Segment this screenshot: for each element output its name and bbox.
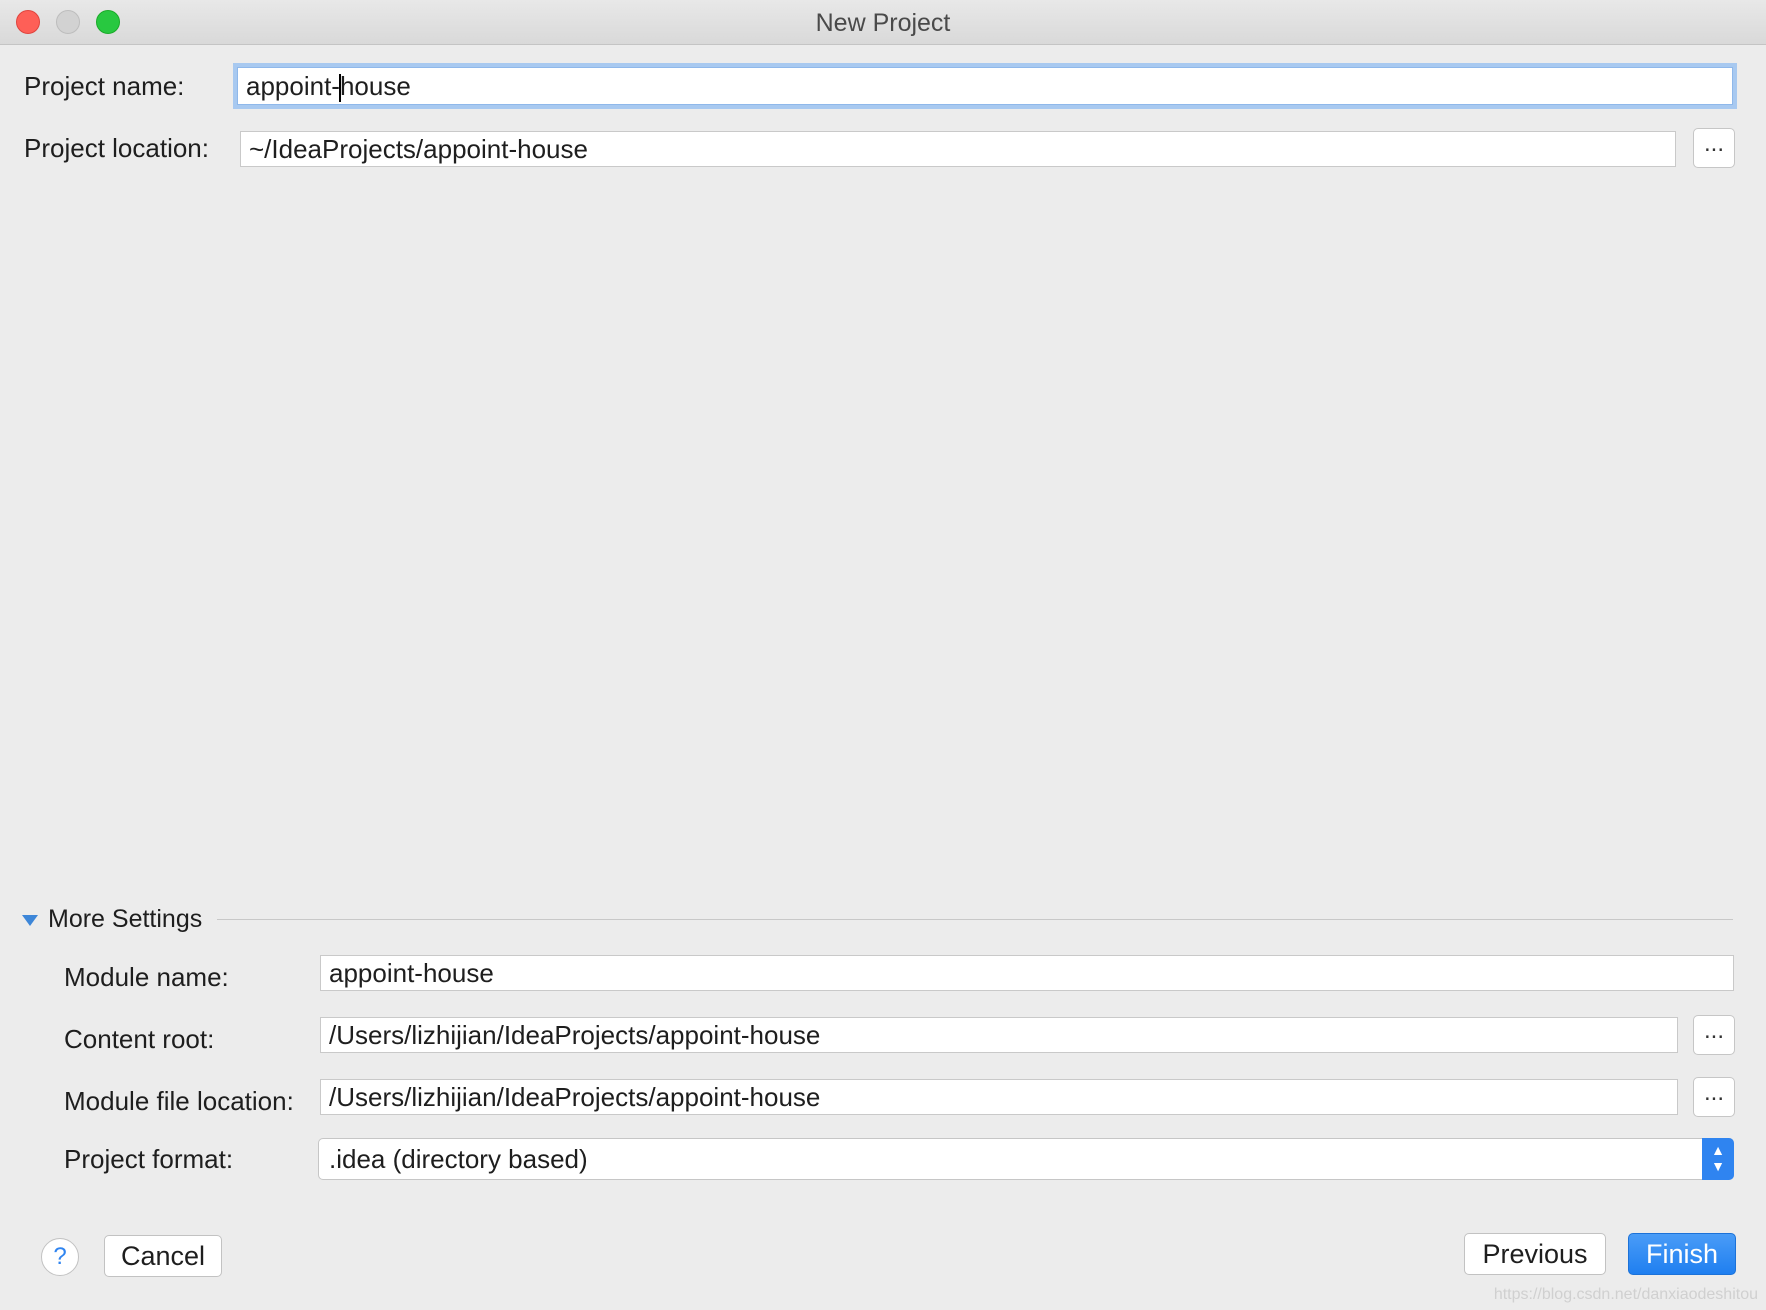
content-root-input[interactable]: /Users/lizhijian/IdeaProjects/appoint-ho… [320,1017,1678,1053]
previous-button[interactable]: Previous [1464,1233,1606,1275]
disclosure-triangle-icon [22,915,38,926]
project-name-text-after-caret: house [339,71,411,101]
window-title: New Project [815,9,951,37]
module-name-input[interactable]: appoint-house [320,955,1734,991]
content-root-browse-button[interactable]: ... [1693,1015,1735,1055]
project-format-select[interactable]: .idea (directory based) ▲ ▼ [318,1138,1734,1180]
title-bar: New Project [0,0,1766,45]
content-root-label: Content root: [64,1024,215,1054]
project-name-input[interactable]: appoint-house [237,67,1733,105]
help-button[interactable]: ? [41,1238,79,1276]
module-file-location-browse-button[interactable]: ... [1693,1077,1735,1117]
select-arrows-icon: ▲ ▼ [1702,1138,1734,1180]
cancel-button[interactable]: Cancel [104,1235,222,1277]
section-divider [217,919,1733,920]
module-file-location-input[interactable]: /Users/lizhijian/IdeaProjects/appoint-ho… [320,1079,1678,1115]
watermark: https://blog.csdn.net/danxiaodeshitou [1493,1286,1758,1303]
project-format-label: Project format: [64,1144,234,1174]
module-file-location-label: Module file location: [64,1086,294,1116]
project-location-label: Project location: [24,133,209,163]
module-name-label: Module name: [64,962,229,992]
project-name-text-before-caret: appoint- [246,71,340,101]
project-format-value: .idea (directory based) [329,1144,588,1174]
more-settings-label: More Settings [48,905,203,933]
project-location-input[interactable]: ~/IdeaProjects/appoint-house [240,131,1676,167]
finish-button[interactable]: Finish [1628,1233,1736,1275]
project-location-browse-button[interactable]: ... [1693,128,1735,168]
project-name-label: Project name: [24,71,185,101]
